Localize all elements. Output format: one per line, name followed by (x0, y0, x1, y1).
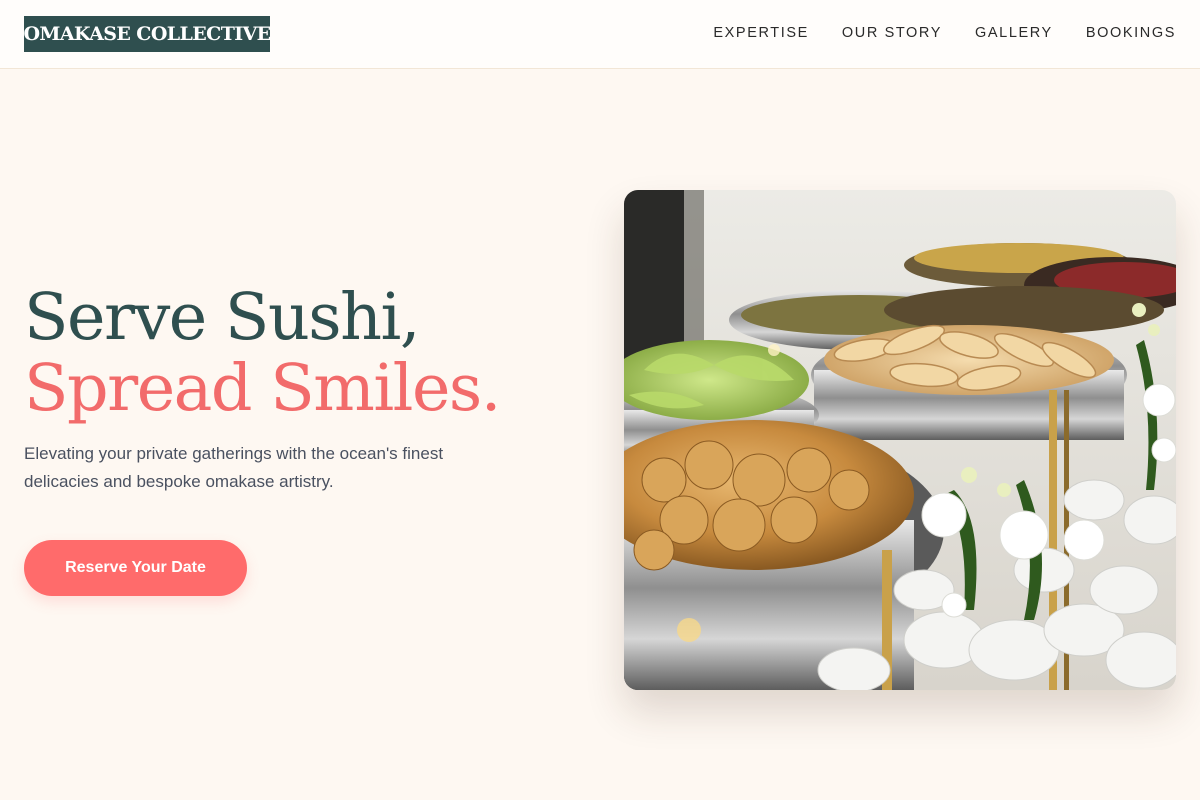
nav-link-our-story[interactable]: OUR STORY (842, 25, 942, 41)
reserve-date-button[interactable]: Reserve Your Date (24, 540, 247, 596)
main-nav: EXPERTISE OUR STORY GALLERY BOOKINGS (713, 0, 1176, 66)
hero-text: Serve Sushi, Spread Smiles. Elevating yo… (24, 282, 584, 496)
hero-image (624, 190, 1176, 690)
headline-line-1: Serve Sushi, (24, 280, 420, 355)
hero-headline: Serve Sushi, Spread Smiles. (24, 282, 584, 424)
hero-subcopy: Elevating your private gatherings with t… (24, 444, 444, 491)
nav-link-gallery[interactable]: GALLERY (975, 25, 1053, 41)
brand-logo[interactable]: OMAKASE COLLECTIVE (23, 16, 271, 52)
catering-buffet-photo (624, 190, 1176, 690)
site-header: OMAKASE COLLECTIVE EXPERTISE OUR STORY G… (0, 0, 1200, 69)
headline-line-2: Spread Smiles. (24, 351, 501, 426)
nav-link-expertise[interactable]: EXPERTISE (713, 25, 809, 41)
nav-link-bookings[interactable]: BOOKINGS (1086, 25, 1176, 41)
